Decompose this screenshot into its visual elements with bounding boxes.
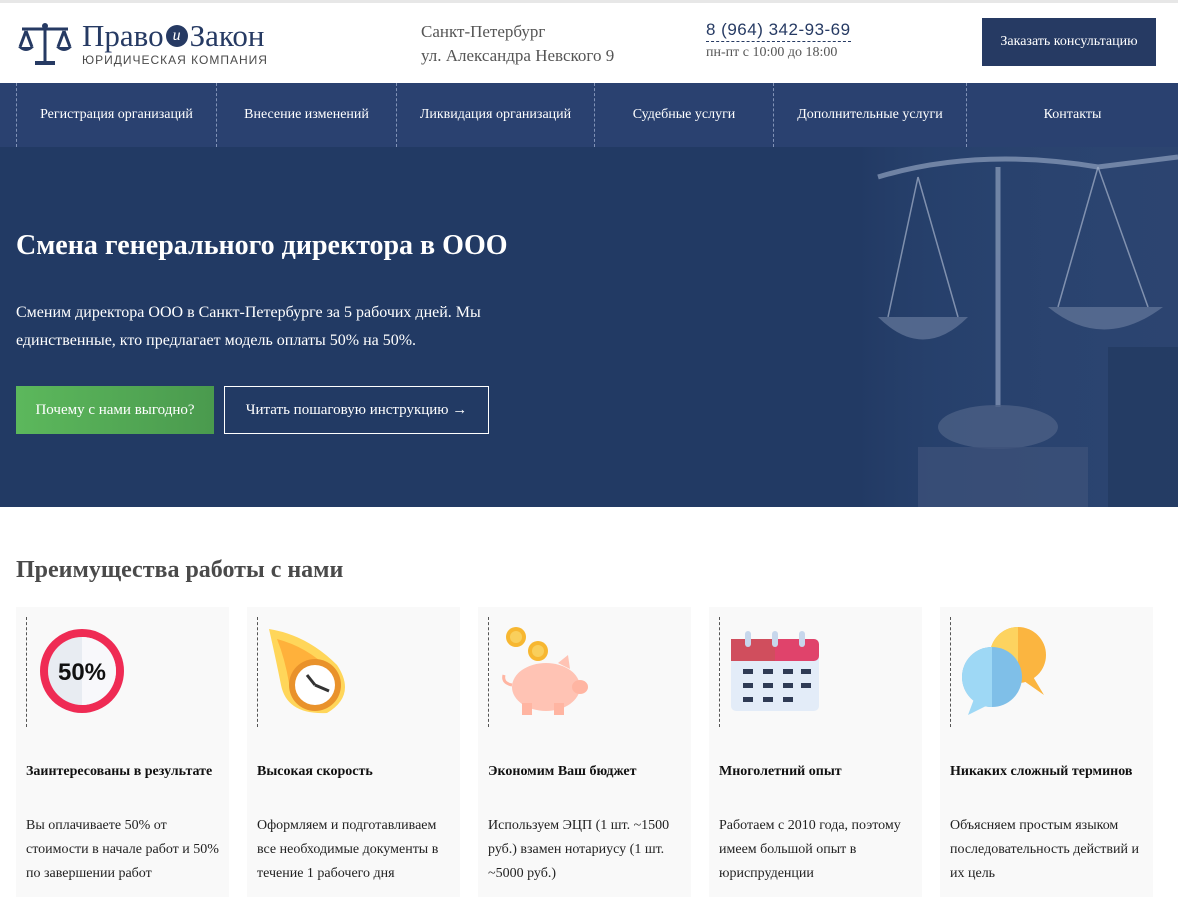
advantage-title: Никаких сложный терминов <box>950 764 1133 779</box>
advantage-text: Объясняем простым языком последовательно… <box>950 818 1139 881</box>
logo[interactable]: Право и Закон ЮРИДИЧЕСКАЯ КОМПАНИЯ <box>16 18 268 67</box>
advantage-text: Используем ЭЦП (1 шт. ~1500 руб.) взамен… <box>488 818 670 881</box>
hero-banner: Смена генерального директора в ООО Смени… <box>0 147 1178 507</box>
nav-item-changes[interactable]: Внесение изменений <box>216 83 396 147</box>
contact-phone-block: 8 (964) 342-93-69 пн-пт с 10:00 до 18:00 <box>706 20 851 61</box>
hero-description: Сменим директора ООО в Санкт-Петербурге … <box>16 304 481 349</box>
hero-title: Смена генерального директора в ООО <box>16 230 508 261</box>
advantage-card-terms: Никаких сложный терминов Объясняем прост… <box>940 607 1153 897</box>
nav-item-additional[interactable]: Дополнительные услуги <box>773 83 966 147</box>
card-divider <box>26 617 27 727</box>
nav-item-registration[interactable]: Регистрация организаций <box>16 83 216 147</box>
advantage-card-experience: Многолетний опыт Работаем с 2010 года, п… <box>709 607 922 897</box>
card-divider <box>950 617 951 727</box>
advantage-text: Вы оплачиваете 50% от стоимости в начале… <box>26 818 219 881</box>
advantage-title: Многолетний опыт <box>719 764 842 779</box>
advantage-card-budget: Экономим Ваш бюджет Используем ЭЦП (1 шт… <box>478 607 691 897</box>
advantage-title: Заинтересованы в результате <box>26 764 213 779</box>
fast-clock-icon <box>269 629 345 714</box>
nav-item-contacts[interactable]: Контакты <box>966 83 1178 147</box>
nav-item-court[interactable]: Судебные услуги <box>594 83 773 147</box>
scales-of-justice-image <box>858 147 1178 507</box>
phone-link[interactable]: 8 (964) 342-93-69 <box>706 20 851 42</box>
order-consultation-button[interactable]: Заказать консультацию <box>982 18 1156 66</box>
percent-50-icon: 50% <box>40 629 124 713</box>
advantage-card-result: 50% Заинтересованы в результате Вы оплач… <box>16 607 229 897</box>
scales-logo-icon <box>18 23 72 65</box>
advantages-list: 50% Заинтересованы в результате Вы оплач… <box>16 607 1171 897</box>
why-us-button[interactable]: Почему с нами выгодно? <box>16 386 214 434</box>
advantage-title: Высокая скорость <box>257 764 373 779</box>
card-divider <box>719 617 720 727</box>
address-street: ул. Александра Невского 9 <box>421 46 615 65</box>
advantage-text: Оформляем и подготавливаем все необходим… <box>257 818 439 881</box>
main-nav: Регистрация организаций Внесение изменен… <box>0 83 1178 147</box>
nav-item-liquidation[interactable]: Ликвидация организаций <box>396 83 594 147</box>
working-hours: пн-пт с 10:00 до 18:00 <box>706 45 838 60</box>
logo-name: Право и Закон <box>82 18 265 53</box>
advantage-title: Экономим Ваш бюджет <box>488 764 637 779</box>
advantage-text: Работаем с 2010 года, поэтому имеем боль… <box>719 818 901 881</box>
logo-subtitle: ЮРИДИЧЕСКАЯ КОМПАНИЯ <box>82 53 268 67</box>
site-header: Право и Закон ЮРИДИЧЕСКАЯ КОМПАНИЯ Санкт… <box>0 3 1178 83</box>
piggy-bank-icon <box>502 627 588 715</box>
chat-bubbles-icon <box>962 627 1046 715</box>
advantages-title: Преимущества работы с нами <box>16 557 344 583</box>
advantage-card-speed: Высокая скорость Оформляем и подготавлив… <box>247 607 460 897</box>
svg-text:50%: 50% <box>58 659 106 686</box>
read-instructions-button[interactable]: Читать пошаговую инструкцию → <box>224 386 489 434</box>
calendar-icon <box>731 631 819 711</box>
card-divider <box>488 617 489 727</box>
card-divider <box>257 617 258 727</box>
address: Санкт-Петербург ул. Александра Невского … <box>421 20 614 68</box>
address-city: Санкт-Петербург <box>421 22 546 41</box>
